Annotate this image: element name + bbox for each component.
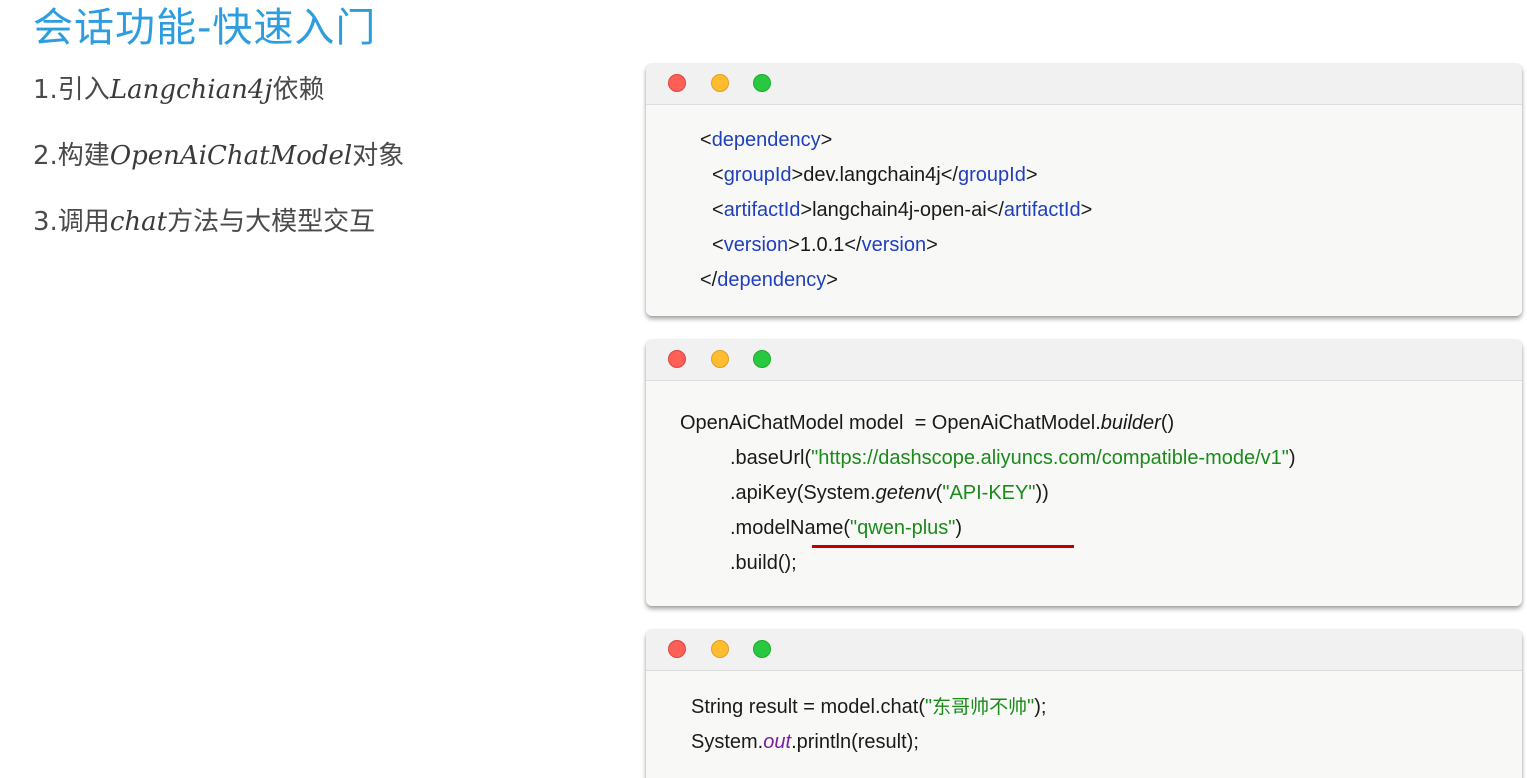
code-line: <groupId>dev.langchain4j</groupId>	[712, 158, 1038, 193]
window-title-bar	[646, 64, 1522, 105]
code-token: >	[800, 199, 813, 221]
code-token: >	[788, 234, 800, 256]
code-token: </	[986, 199, 1004, 221]
maximize-dot-icon	[753, 640, 771, 658]
slide: 会话功能-快速入门 1.引入Langchian4j依赖 2.构建OpenAiCh…	[0, 0, 1527, 778]
code-token: )	[955, 517, 963, 539]
code-token: version	[723, 234, 789, 256]
code-token: );	[1034, 696, 1047, 718]
steps-list: 1.引入Langchian4j依赖 2.构建OpenAiChatModel对象 …	[33, 72, 404, 270]
code-token: <	[712, 234, 724, 256]
code-token: String result = model.chat(	[691, 696, 925, 718]
maximize-dot-icon	[753, 74, 771, 92]
code-token: groupId	[723, 164, 792, 186]
code-line: </dependency>	[700, 263, 838, 298]
step-1-prefix: 1.引入	[33, 75, 110, 105]
code-token: "API-KEY"	[942, 482, 1036, 504]
window-title-bar	[646, 340, 1522, 381]
step-2-suffix: 对象	[352, 141, 405, 171]
code-token: .apiKey(System.	[730, 482, 876, 504]
code-token: <	[712, 164, 724, 186]
code-token: >	[820, 129, 833, 151]
code-token: .build();	[730, 552, 797, 574]
step-1-keyword: Langchian4j	[109, 75, 273, 105]
code-token: OpenAiChatModel model = OpenAiChatModel.	[680, 412, 1101, 434]
code-line: .modelName("qwen-plus")	[730, 511, 962, 546]
close-dot-icon	[668, 350, 686, 368]
code-token: getenv	[875, 482, 936, 504]
code-token: )	[1288, 447, 1296, 469]
code-token: dependency	[717, 269, 827, 291]
step-1: 1.引入Langchian4j依赖	[33, 72, 404, 108]
code-line: .build();	[730, 546, 797, 581]
code-line: String result = model.chat("东哥帅不帅");	[691, 690, 1046, 725]
code-token: System.	[691, 731, 764, 753]
code-line: <dependency>	[700, 123, 832, 158]
code-line: <artifactId>langchain4j-open-ai</artifac…	[712, 193, 1092, 228]
step-2-prefix: 2.构建	[33, 141, 110, 171]
code-token: dependency	[711, 129, 821, 151]
step-2-keyword: OpenAiChatModel	[109, 141, 353, 171]
close-dot-icon	[668, 74, 686, 92]
code-block-builder: OpenAiChatModel model = OpenAiChatModel.…	[646, 381, 1522, 606]
code-token: langchain4j-open-ai	[812, 199, 987, 221]
minimize-dot-icon	[711, 74, 729, 92]
code-token: out	[763, 731, 792, 753]
minimize-dot-icon	[711, 640, 729, 658]
code-window-dependency: <dependency> <groupId>dev.langchain4j</g…	[646, 64, 1522, 316]
code-token: artifactId	[1003, 199, 1081, 221]
code-token: .println(result);	[791, 731, 919, 753]
close-dot-icon	[668, 640, 686, 658]
code-block-chat: String result = model.chat("东哥帅不帅"); Sys…	[646, 671, 1522, 778]
code-line: .baseUrl("https://dashscope.aliyuncs.com…	[730, 441, 1296, 476]
step-3-prefix: 3.调用	[33, 207, 110, 237]
code-token: >	[926, 234, 938, 256]
code-token: dev.langchain4j	[803, 164, 941, 186]
code-line: .apiKey(System.getenv("API-KEY"))	[730, 476, 1049, 511]
code-token: .baseUrl(	[730, 447, 812, 469]
code-token: 1.0.1	[799, 234, 845, 256]
code-window-builder: OpenAiChatModel model = OpenAiChatModel.…	[646, 340, 1522, 606]
code-token: >	[1025, 164, 1038, 186]
code-token: ()	[1160, 412, 1175, 434]
window-title-bar	[646, 630, 1522, 671]
step-2: 2.构建OpenAiChatModel对象	[33, 138, 404, 174]
code-token: ))	[1035, 482, 1049, 504]
step-3: 3.调用chat方法与大模型交互	[33, 204, 404, 240]
minimize-dot-icon	[711, 350, 729, 368]
code-token: 东哥帅不帅	[932, 696, 1028, 718]
code-token: builder	[1100, 412, 1161, 434]
step-3-keyword: chat	[109, 207, 168, 237]
code-line: <version>1.0.1</version>	[712, 228, 938, 263]
code-token: groupId	[957, 164, 1026, 186]
code-token: >	[826, 269, 838, 291]
code-token: .modelName(	[730, 517, 851, 539]
code-token: version	[861, 234, 927, 256]
code-token: >	[1080, 199, 1093, 221]
step-3-suffix: 方法与大模型交互	[167, 207, 376, 237]
code-token: </	[844, 234, 862, 256]
code-token: <	[700, 129, 712, 151]
code-token: <	[712, 199, 724, 221]
code-token: "qwen-plus"	[850, 517, 956, 539]
slide-title: 会话功能-快速入门	[33, 5, 377, 51]
code-token: </	[940, 164, 958, 186]
code-token: </	[700, 269, 718, 291]
code-block-dependency: <dependency> <groupId>dev.langchain4j</g…	[646, 105, 1522, 316]
code-line: System.out.println(result);	[691, 725, 919, 760]
maximize-dot-icon	[753, 350, 771, 368]
step-1-suffix: 依赖	[272, 75, 325, 105]
code-token: artifactId	[723, 199, 801, 221]
code-window-chat: String result = model.chat("东哥帅不帅"); Sys…	[646, 630, 1522, 778]
code-token: "https://dashscope.aliyuncs.com/compatib…	[811, 447, 1289, 469]
code-token: >	[791, 164, 804, 186]
code-line: OpenAiChatModel model = OpenAiChatModel.…	[680, 406, 1174, 441]
